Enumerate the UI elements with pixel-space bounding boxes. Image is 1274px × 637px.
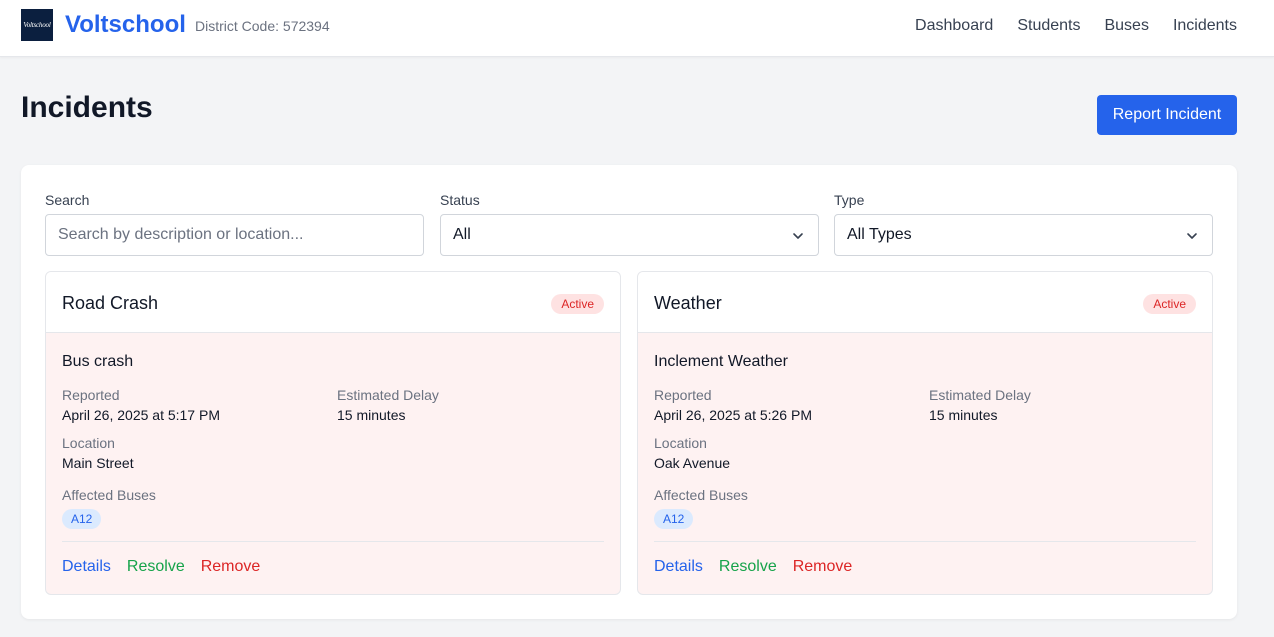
- nav-buses[interactable]: Buses: [1104, 16, 1148, 36]
- delay-label: Estimated Delay: [337, 387, 439, 403]
- logo-text: Voltschool: [23, 21, 51, 29]
- reported-label: Reported: [654, 387, 712, 403]
- chevron-down-icon: [1187, 233, 1197, 239]
- brand-name[interactable]: Voltschool: [65, 10, 186, 40]
- nav-students[interactable]: Students: [1017, 16, 1080, 36]
- incident-card: Road Crash Active Bus crash Reported Apr…: [45, 271, 621, 595]
- details-link[interactable]: Details: [654, 557, 703, 577]
- affected-buses-label: Affected Buses: [654, 487, 748, 503]
- status-label: Status: [440, 192, 480, 208]
- search-input[interactable]: [58, 215, 423, 255]
- main-nav: Dashboard Students Buses Incidents: [915, 16, 1237, 36]
- incident-card-header: Road Crash Active: [46, 272, 620, 333]
- status-badge: Active: [1143, 294, 1196, 314]
- bus-chip: A12: [654, 509, 694, 529]
- reported-value: April 26, 2025 at 5:26 PM: [654, 407, 812, 423]
- incident-type: Road Crash: [62, 293, 159, 313]
- incident-card-header: Weather Active: [638, 272, 1212, 333]
- location-value: Oak Avenue: [654, 455, 731, 471]
- nav-dashboard[interactable]: Dashboard: [915, 16, 993, 36]
- nav-incidents[interactable]: Incidents: [1173, 16, 1237, 36]
- status-select-value: All: [453, 226, 471, 243]
- incidents-panel: Search Status All Type All Types Road Cr…: [21, 165, 1237, 619]
- divider: [62, 541, 604, 542]
- resolve-link[interactable]: Resolve: [127, 557, 185, 577]
- search-field-wrapper: [45, 214, 424, 256]
- remove-link[interactable]: Remove: [793, 557, 853, 577]
- incident-actions: Details Resolve Remove: [654, 557, 852, 577]
- resolve-link[interactable]: Resolve: [719, 557, 777, 577]
- location-label: Location: [654, 435, 707, 451]
- top-navbar: Voltschool Voltschool District Code: 572…: [0, 0, 1274, 57]
- chevron-down-icon: [793, 233, 803, 239]
- incident-card-body: Bus crash Reported April 26, 2025 at 5:1…: [46, 333, 620, 594]
- location-label: Location: [62, 435, 115, 451]
- status-select[interactable]: All: [440, 214, 819, 256]
- details-link[interactable]: Details: [62, 557, 111, 577]
- search-filter: Search: [45, 191, 424, 256]
- report-incident-button[interactable]: Report Incident: [1097, 95, 1237, 135]
- delay-value: 15 minutes: [337, 407, 406, 423]
- page-title: Incidents: [21, 91, 153, 124]
- reported-value: April 26, 2025 at 5:17 PM: [62, 407, 220, 423]
- incident-description: Inclement Weather: [654, 353, 788, 370]
- type-label: Type: [834, 192, 865, 208]
- delay-value: 15 minutes: [929, 407, 998, 423]
- incident-description: Bus crash: [62, 353, 134, 370]
- location-value: Main Street: [62, 455, 134, 471]
- delay-label: Estimated Delay: [929, 387, 1031, 403]
- school-logo[interactable]: Voltschool: [21, 9, 53, 41]
- reported-label: Reported: [62, 387, 120, 403]
- divider: [654, 541, 1196, 542]
- type-filter: Type All Types: [834, 191, 1213, 256]
- incident-actions: Details Resolve Remove: [62, 557, 260, 577]
- affected-buses-label: Affected Buses: [62, 487, 156, 503]
- incident-card: Weather Active Inclement Weather Reporte…: [637, 271, 1213, 595]
- incident-card-body: Inclement Weather Reported April 26, 202…: [638, 333, 1212, 594]
- status-badge: Active: [551, 294, 604, 314]
- type-select-value: All Types: [847, 226, 912, 243]
- incident-type: Weather: [654, 293, 722, 313]
- search-label: Search: [45, 192, 90, 208]
- type-select[interactable]: All Types: [834, 214, 1213, 256]
- remove-link[interactable]: Remove: [201, 557, 261, 577]
- bus-chip: A12: [62, 509, 102, 529]
- status-filter: Status All: [440, 191, 819, 256]
- district-code: District Code: 572394: [195, 18, 330, 34]
